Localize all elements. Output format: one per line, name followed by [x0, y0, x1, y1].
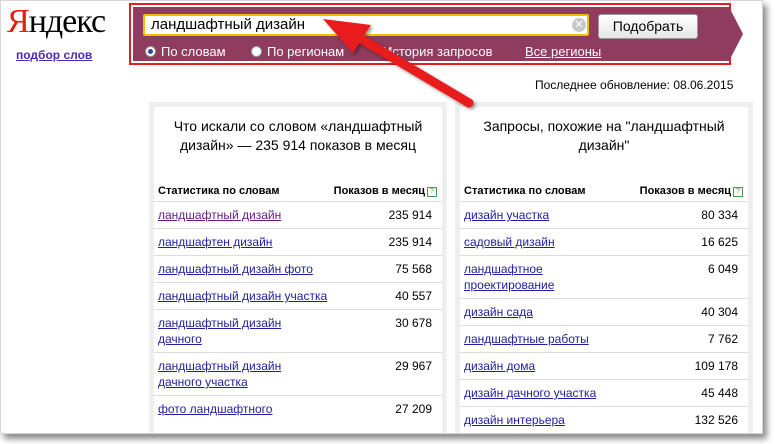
radio-off-icon	[251, 46, 262, 57]
search-panel: ландшафтный дизайн ✕ Подобрать По словам…	[129, 3, 743, 65]
keyword-link[interactable]: дизайн сада	[464, 304, 634, 320]
keyword-link[interactable]: ландшафтный дизайн	[158, 207, 328, 223]
right-rows: дизайн участка 80 334 садовый дизайн 16 62…	[460, 201, 748, 433]
right-column-inner: Запросы, похожие на "ландшафтный дизайн"…	[460, 107, 748, 433]
keyword-link[interactable]: садовый дизайн	[464, 234, 634, 250]
radio-by-words[interactable]: По словам	[145, 44, 226, 59]
count-value: 235 914	[388, 235, 432, 249]
keyword-link[interactable]: ландшафтный дизайн дачного	[158, 315, 328, 347]
right-column: Запросы, похожие на "ландшафтный дизайн"…	[455, 102, 753, 433]
last-update: Последнее обновление: 08.06.2015	[535, 78, 734, 92]
count-value: 45 448	[701, 386, 738, 400]
keyword-link[interactable]: ландшафтный дизайн дачного участка	[158, 358, 328, 390]
table-row: ландшафтные работы 7 762	[460, 325, 748, 352]
count-value: 27 209	[395, 402, 432, 416]
table-row: дизайн сада 40 304	[460, 298, 748, 325]
radio-on-icon	[145, 46, 156, 57]
left-column-title: Что искали со словом «ландшафтный дизайн…	[173, 118, 423, 153]
words-header: Статистика по словам	[464, 185, 586, 197]
radio-by-words-label: По словам	[161, 44, 226, 59]
count-value: 109 178	[694, 359, 738, 373]
page-frame: Яндекс подбор слов ландшафтный дизайн ✕ …	[0, 0, 763, 434]
search-input[interactable]: ландшафтный дизайн	[143, 14, 589, 36]
table-row: ландшафтный дизайн 235 914	[154, 201, 442, 228]
logo-first-letter: Я	[7, 3, 30, 40]
count-value: 132 526	[694, 413, 738, 427]
count-value: 40 304	[701, 305, 738, 319]
left-rows: ландшафтный дизайн 235 914 ландшафтен диз…	[154, 201, 442, 422]
search-panel-background: ландшафтный дизайн ✕ Подобрать По словам…	[133, 7, 743, 61]
count-header-label: Показов в месяц	[639, 185, 731, 197]
table-row: дизайн дачного участка 45 448	[460, 379, 748, 406]
close-icon[interactable]: ✕	[572, 18, 586, 32]
count-header: Показов в месяц?	[334, 185, 437, 197]
table-row: ландшафтный дизайн дачного 30 678	[154, 309, 442, 352]
table-row: ландшафтен дизайн 235 914	[154, 228, 442, 255]
table-row: дизайн участка 80 334	[460, 201, 748, 228]
table-row: дизайн интерьера 132 526	[460, 406, 748, 433]
table-row: ландшафтное проектирование 6 049	[460, 255, 748, 298]
count-value: 80 334	[701, 208, 738, 222]
table-row: фото ландшафтного 27 209	[154, 395, 442, 422]
count-value: 6 049	[707, 262, 738, 276]
logo-rest: ндекс	[28, 3, 106, 40]
search-panel-tip	[729, 7, 743, 61]
keyword-link[interactable]: фото ландшафтного	[158, 401, 328, 417]
keyword-link[interactable]: дизайн дома	[464, 358, 634, 374]
table-row: дизайн дома 109 178	[460, 352, 748, 379]
all-regions-link[interactable]: Все регионы	[525, 44, 601, 59]
right-column-title: Запросы, похожие на "ландшафтный дизайн"	[483, 118, 725, 153]
wordstat-link[interactable]: подбор слов	[16, 48, 92, 62]
keyword-link[interactable]: ландшафтный дизайн участка	[158, 288, 328, 304]
right-column-header: Статистика по словам Показов в месяц?	[460, 183, 748, 201]
count-value: 75 568	[395, 262, 432, 276]
history-link[interactable]: История запросов	[383, 44, 493, 59]
keyword-link[interactable]: дизайн участка	[464, 207, 634, 223]
keyword-link[interactable]: ландшафтный дизайн фото	[158, 261, 328, 277]
words-header: Статистика по словам	[158, 185, 280, 197]
count-value: 40 557	[395, 289, 432, 303]
radio-by-regions-label: По регионам	[267, 44, 345, 59]
keyword-link[interactable]: ландшафтные работы	[464, 331, 634, 347]
table-row: ландшафтный дизайн дачного участка 29 967	[154, 352, 442, 395]
help-icon[interactable]: ?	[733, 187, 743, 197]
help-icon[interactable]: ?	[427, 187, 437, 197]
submit-button[interactable]: Подобрать	[598, 14, 698, 39]
count-value: 7 762	[707, 332, 738, 346]
left-column-header: Статистика по словам Показов в месяц?	[154, 183, 442, 201]
keyword-link[interactable]: ландшафтное проектирование	[464, 261, 634, 293]
count-header-label: Показов в месяц	[333, 185, 425, 197]
count-value: 30 678	[395, 316, 432, 330]
left-column-inner: Что искали со словом «ландшафтный дизайн…	[154, 107, 442, 433]
yandex-logo[interactable]: Яндекс	[7, 3, 106, 41]
left-column: Что искали со словом «ландшафтный дизайн…	[149, 102, 447, 433]
count-value: 29 967	[395, 359, 432, 373]
table-row: ландшафтный дизайн участка 40 557	[154, 282, 442, 309]
count-header: Показов в месяц?	[640, 185, 743, 197]
keyword-link[interactable]: ландшафтен дизайн	[158, 234, 328, 250]
count-value: 16 625	[701, 235, 738, 249]
keyword-link[interactable]: дизайн дачного участка	[464, 385, 634, 401]
count-value: 235 914	[388, 208, 432, 222]
radio-by-regions[interactable]: По регионам	[251, 44, 344, 59]
keyword-link[interactable]: дизайн интерьера	[464, 412, 634, 428]
table-row: садовый дизайн 16 625	[460, 228, 748, 255]
table-row: ландшафтный дизайн фото 75 568	[154, 255, 442, 282]
